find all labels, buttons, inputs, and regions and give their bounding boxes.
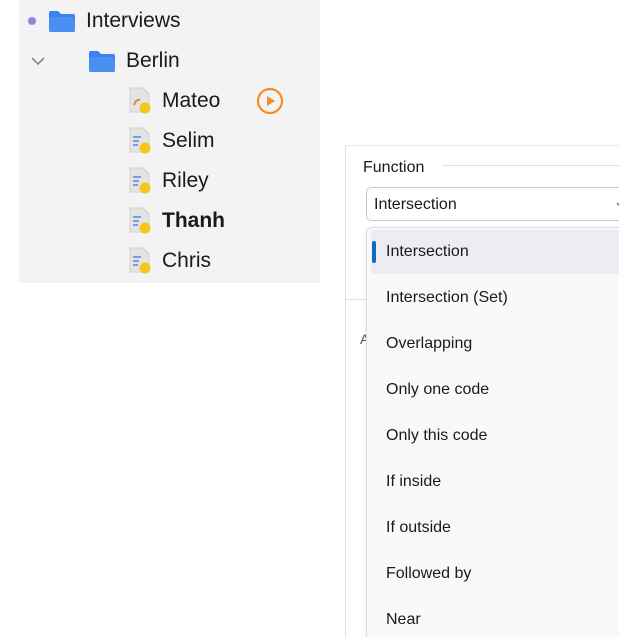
tree-item-chris[interactable]: Chris [19,243,320,279]
play-circle-icon[interactable] [256,87,284,115]
menu-item-intersection-set[interactable]: Intersection (Set) [371,276,619,320]
function-select[interactable]: Intersection [366,187,619,221]
menu-item-intersection[interactable]: Intersection [371,230,619,274]
menu-item-only-one-code[interactable]: Only one code [371,368,619,412]
tree-item-mateo[interactable]: Mateo [19,83,320,119]
tree-item-berlin[interactable]: Berlin [19,43,320,79]
tree-item-label: Mateo [162,89,221,112]
document-tree: Interviews Berlin Mateo Selim Riley Than… [19,0,320,283]
media-document-icon [129,87,151,114]
function-panel: Function Intersection A Intersection Int… [345,145,619,637]
tree-item-label: Berlin [126,49,180,72]
tree-item-label: Chris [162,249,212,272]
folder-icon [49,11,75,32]
memo-dot-icon [28,17,36,25]
text-document-icon [129,167,151,194]
tree-item-selim[interactable]: Selim [19,123,320,159]
selection-indicator [372,241,376,263]
menu-item-label: Overlapping [386,335,473,352]
menu-item-only-this-code[interactable]: Only this code [371,414,619,458]
text-document-icon [129,207,151,234]
menu-item-if-inside[interactable]: If inside [371,460,619,504]
folder-icon [89,51,115,72]
divider [346,145,619,146]
tree-item-label: Selim [162,129,215,152]
text-document-icon [129,127,151,154]
screen: Interviews Berlin Mateo Selim Riley Than… [0,0,619,637]
tree-item-label: Riley [162,169,209,192]
function-select-value: Intersection [374,196,457,213]
chevron-down-icon [616,202,619,206]
menu-item-label: Intersection (Set) [386,289,508,306]
menu-item-label: Followed by [386,565,472,582]
tree-item-interviews[interactable]: Interviews [19,3,320,39]
menu-item-label: Intersection [386,243,469,260]
function-label: Function [363,159,425,176]
chevron-down-icon[interactable] [29,52,47,70]
menu-item-label: Only this code [386,427,488,444]
menu-item-label: Near [386,611,421,628]
function-dropdown-menu: Intersection Intersection (Set) Overlapp… [366,227,619,637]
menu-item-label: If outside [386,519,451,536]
menu-item-label: Only one code [386,381,490,398]
menu-item-near[interactable]: Near [371,598,619,637]
tree-item-label: Thanh [162,209,225,232]
tree-item-riley[interactable]: Riley [19,163,320,199]
menu-item-label: If inside [386,473,442,490]
menu-item-overlapping[interactable]: Overlapping [371,322,619,366]
divider [442,165,619,166]
menu-item-followed-by[interactable]: Followed by [371,552,619,596]
divider [346,299,366,300]
tree-item-label: Interviews [86,9,181,32]
text-document-icon [129,247,151,274]
menu-item-if-outside[interactable]: If outside [371,506,619,550]
tree-item-thanh[interactable]: Thanh [19,203,320,239]
